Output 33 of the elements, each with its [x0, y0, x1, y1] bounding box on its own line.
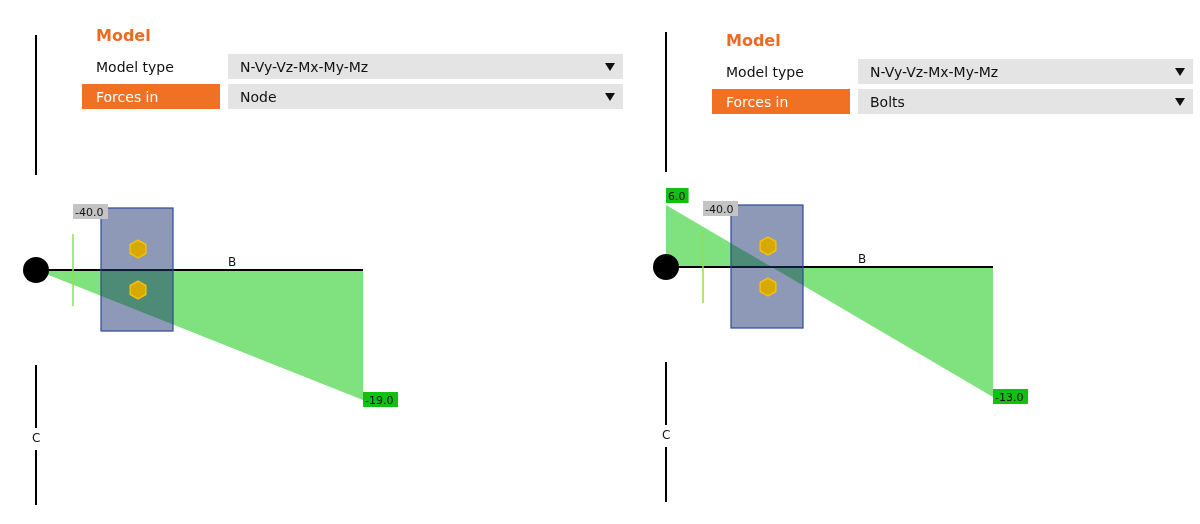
dropdown[interactable]: Node	[228, 84, 623, 109]
value-label: 6.0	[666, 188, 689, 203]
bolt-icon	[129, 239, 147, 259]
column-label: C	[662, 428, 671, 442]
dropdown[interactable]: N-Vy-Vz-Mx-My-Mz	[228, 54, 623, 79]
value-label: -13.0	[993, 389, 1028, 404]
node-icon	[23, 257, 49, 283]
column-label: C	[32, 431, 41, 445]
field-label: Forces in	[712, 89, 850, 114]
field-label: Model type	[725, 62, 805, 82]
value-label: -40.0	[703, 201, 738, 216]
section-title: Model	[725, 31, 781, 50]
value-label: -40.0	[73, 204, 108, 219]
caret-icon	[1175, 67, 1185, 76]
beam-label: B	[227, 254, 241, 269]
column-line	[665, 446, 667, 503]
bolt-icon	[759, 236, 777, 256]
dropdown[interactable]: Bolts	[858, 89, 1193, 114]
bolt-icon	[129, 280, 147, 300]
caret-icon	[605, 62, 615, 71]
column-line	[35, 449, 37, 506]
dropdown[interactable]: N-Vy-Vz-Mx-My-Mz	[858, 59, 1193, 84]
column-line	[35, 364, 37, 429]
column-line	[665, 361, 667, 426]
field-label: Model type	[95, 57, 175, 77]
caret-icon	[605, 92, 615, 101]
caret-icon	[1175, 97, 1185, 106]
section-title: Model	[95, 26, 151, 45]
node-icon	[653, 254, 679, 280]
bolt-icon	[759, 277, 777, 297]
beam-label: B	[857, 251, 871, 266]
value-label: -19.0	[363, 392, 398, 407]
field-label: Forces in	[82, 84, 220, 109]
